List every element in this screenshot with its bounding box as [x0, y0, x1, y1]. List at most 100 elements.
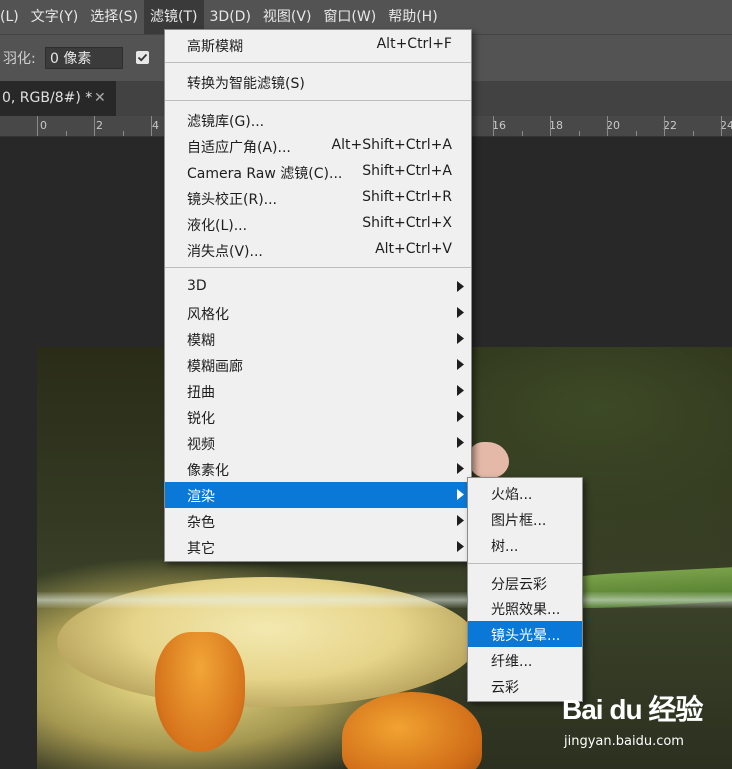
submenu-arrow-icon [457, 359, 464, 370]
anti-alias-checkbox[interactable] [136, 51, 149, 64]
submenu-arrow-icon [457, 281, 464, 292]
menu-item-liquify[interactable]: 液化(L)... Shift+Ctrl+X [165, 211, 471, 237]
submenu-arrow-icon [457, 541, 464, 552]
submenu-arrow-icon [457, 437, 464, 448]
menu-separator [165, 100, 471, 101]
image-water-surface [37, 592, 732, 608]
ruler-label: 0 [40, 119, 47, 132]
menu-item-sharpen[interactable]: 锐化 [165, 404, 471, 430]
menu-item-3d[interactable]: 3D [165, 274, 471, 300]
ruler-tick [151, 116, 152, 136]
menu-item-label: 其它 [187, 541, 215, 557]
menu-item-label: 模糊 [187, 333, 215, 349]
menu-item-label: 风格化 [187, 307, 229, 323]
render-submenu: 火焰... 图片框... 树... 分层云彩 光照效果... 镜头光晕... 纤… [467, 477, 583, 702]
close-icon[interactable]: ✕ [94, 81, 106, 116]
menu-item-label: 模糊画廊 [187, 359, 243, 375]
menu-type[interactable]: 文字(Y) [25, 0, 84, 34]
menu-item-noise[interactable]: 杂色 [165, 508, 471, 534]
menu-item-label: 树... [491, 539, 519, 555]
submenu-arrow-icon [457, 333, 464, 344]
menu-item-label: 图片框... [491, 513, 547, 529]
menu-item-adaptive-wide-angle[interactable]: 自适应广角(A)... Alt+Shift+Ctrl+A [165, 133, 471, 159]
menu-item-label: 消失点(V)... [187, 244, 263, 260]
ruler-tick [607, 116, 608, 136]
feather-input[interactable]: 0 像素 [45, 47, 123, 69]
submenu-arrow-icon [457, 385, 464, 396]
menu-item-gaussian-blur[interactable]: 高斯模糊 Alt+Ctrl+F [165, 32, 471, 58]
ruler-label: 18 [549, 119, 563, 132]
menu-item-shortcut: Alt+Ctrl+F [376, 36, 452, 52]
ruler-tick [522, 131, 523, 136]
menu-item-label: 镜头光晕... [491, 628, 561, 644]
menu-item-camera-raw[interactable]: Camera Raw 滤镜(C)... Shift+Ctrl+A [165, 159, 471, 185]
submenu-arrow-icon [457, 411, 464, 422]
submenu-item-flame[interactable]: 火焰... [468, 480, 582, 506]
ruler-tick [66, 131, 67, 136]
menu-item-vanishing-point[interactable]: 消失点(V)... Alt+Ctrl+V [165, 237, 471, 263]
menu-item-shortcut: Shift+Ctrl+A [362, 163, 452, 179]
menu-item-lens-correction[interactable]: 镜头校正(R)... Shift+Ctrl+R [165, 185, 471, 211]
document-tab-title: 0, RGB/8#) * [2, 90, 93, 106]
submenu-item-picture-frame[interactable]: 图片框... [468, 506, 582, 532]
menu-item-shortcut: Alt+Ctrl+V [375, 241, 452, 257]
menu-item-shortcut: Shift+Ctrl+R [362, 189, 452, 205]
submenu-arrow-icon [457, 489, 464, 500]
menu-select[interactable]: 选择(S) [84, 0, 144, 34]
image-foot-right [342, 692, 482, 769]
menu-item-label: 光照效果... [491, 602, 561, 618]
ruler-tick [37, 116, 38, 136]
ruler-tick [636, 131, 637, 136]
menu-item-label: 转换为智能滤镜(S) [187, 76, 305, 92]
submenu-item-tree[interactable]: 树... [468, 532, 582, 558]
menu-separator [468, 563, 582, 564]
menu-item-blur[interactable]: 模糊 [165, 326, 471, 352]
menu-item-label: 分层云彩 [491, 577, 547, 593]
submenu-arrow-icon [457, 307, 464, 318]
menu-item-convert-smart-filter[interactable]: 转换为智能滤镜(S) [165, 69, 471, 95]
menu-item-blur-gallery[interactable]: 模糊画廊 [165, 352, 471, 378]
submenu-item-lighting-effects[interactable]: 光照效果... [468, 595, 582, 621]
menu-item-other[interactable]: 其它 [165, 534, 471, 560]
ruler-label: 4 [152, 119, 159, 132]
menu-item-filter-gallery[interactable]: 滤镜库(G)... [165, 107, 471, 133]
ruler-tick [664, 116, 665, 136]
checkmark-icon [137, 53, 148, 62]
menu-item-shortcut: Shift+Ctrl+X [362, 215, 452, 231]
menu-item-label: Camera Raw 滤镜(C)... [187, 166, 343, 182]
menu-item-video[interactable]: 视频 [165, 430, 471, 456]
menu-item-label: 火焰... [491, 487, 533, 503]
image-beak [469, 442, 509, 478]
watermark-logo: Bai du 经验 [562, 694, 703, 725]
ruler-tick [579, 131, 580, 136]
menu-item-label: 高斯模糊 [187, 39, 243, 55]
document-tab[interactable]: 0, RGB/8#) * ✕ [0, 81, 116, 116]
menu-separator [165, 62, 471, 63]
feather-label: 羽化: [3, 51, 36, 67]
menu-item-label: 自适应广角(A)... [187, 140, 291, 156]
ruler-label: 22 [663, 119, 677, 132]
menu-item-label: 视频 [187, 437, 215, 453]
submenu-arrow-icon [457, 463, 464, 474]
menu-item-label: 3D [187, 278, 207, 294]
menu-layer[interactable]: (L) [0, 0, 25, 34]
submenu-item-lens-flare[interactable]: 镜头光晕... [468, 621, 582, 647]
ruler-tick [721, 116, 722, 136]
submenu-item-difference-clouds[interactable]: 分层云彩 [468, 570, 582, 596]
ruler-label: 16 [492, 119, 506, 132]
submenu-arrow-icon [457, 515, 464, 526]
ruler-label: 2 [96, 119, 103, 132]
menu-item-label: 滤镜库(G)... [187, 114, 265, 130]
menu-item-label: 渲染 [187, 489, 215, 505]
menu-item-label: 液化(L)... [187, 218, 248, 234]
submenu-item-fibers[interactable]: 纤维... [468, 647, 582, 673]
menu-item-distort[interactable]: 扭曲 [165, 378, 471, 404]
ruler-tick [493, 116, 494, 136]
watermark-url: jingyan.baidu.com [564, 734, 684, 749]
menu-item-label: 镜头校正(R)... [187, 192, 278, 208]
filter-menu: 高斯模糊 Alt+Ctrl+F 转换为智能滤镜(S) 滤镜库(G)... 自适应… [164, 29, 472, 562]
menu-item-render[interactable]: 渲染 [165, 482, 471, 508]
menu-item-pixelate[interactable]: 像素化 [165, 456, 471, 482]
menu-item-shortcut: Alt+Shift+Ctrl+A [331, 137, 452, 153]
menu-item-stylize[interactable]: 风格化 [165, 300, 471, 326]
